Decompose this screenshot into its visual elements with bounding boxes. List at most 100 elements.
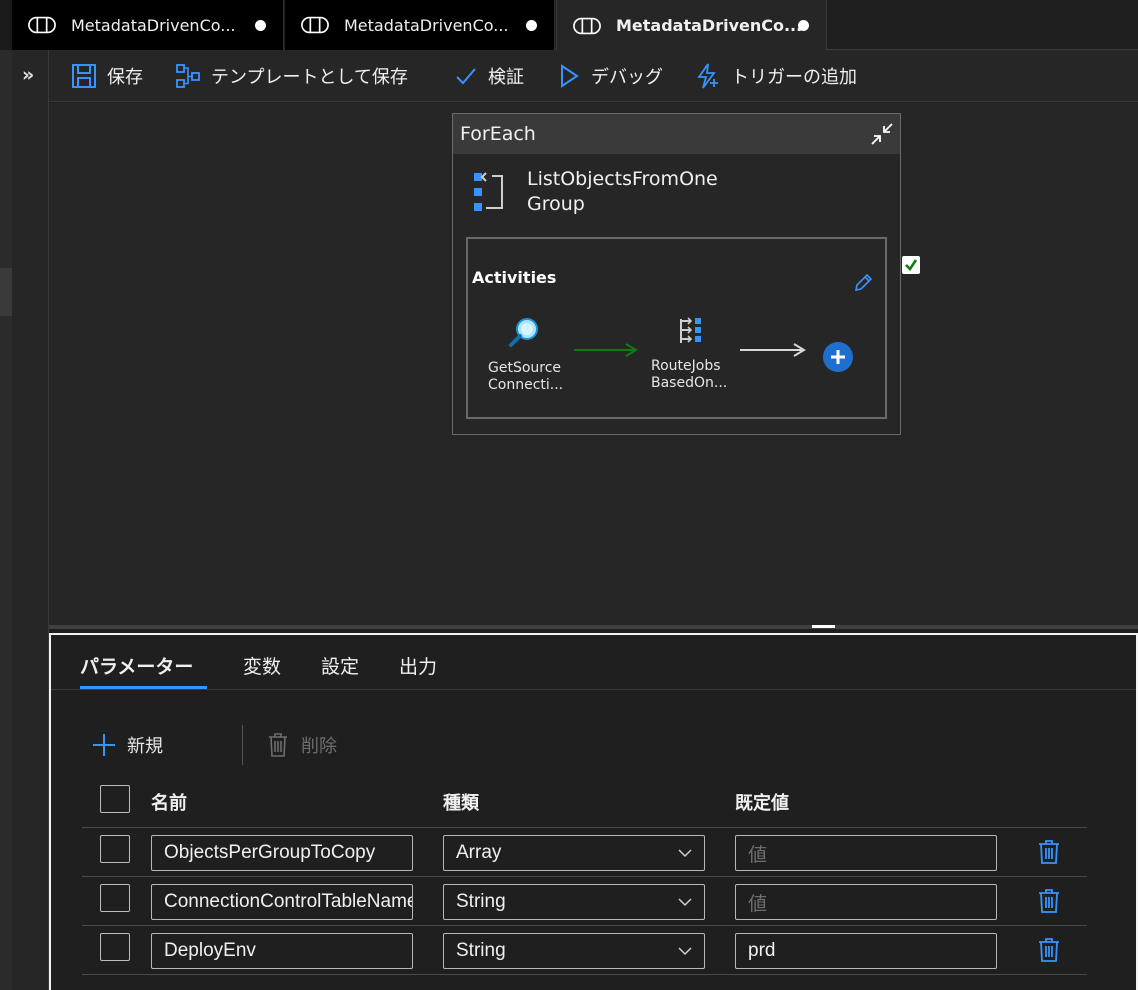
play-icon [561, 64, 579, 88]
properties-panel: パラメーター 変数 設定 出力 新規 削除 名前 種類 既定値 ObjectsP… [49, 633, 1138, 990]
parameter-name-input[interactable]: ObjectsPerGroupToCopy [151, 835, 413, 871]
save-template-label: テンプレートとして保存 [211, 67, 408, 88]
foreach-type-label: ForEach [460, 123, 536, 145]
delete-label: 削除 [301, 736, 337, 757]
success-checkbox-icon [902, 256, 920, 274]
select-all-checkbox[interactable] [100, 785, 130, 813]
row-checkbox[interactable] [100, 933, 130, 961]
chevron-down-icon [678, 849, 692, 858]
row-checkbox[interactable] [100, 835, 130, 863]
tab-settings[interactable]: 設定 [321, 652, 359, 679]
foreach-name: ListObjectsFromOneGroup [527, 168, 718, 215]
unsaved-indicator [255, 20, 266, 31]
chevron-down-icon [678, 898, 692, 907]
parameter-type-select[interactable]: String [443, 933, 705, 969]
delete-parameter-button[interactable]: 削除 [267, 725, 337, 765]
checkmark-icon [456, 68, 476, 85]
tab-variables[interactable]: 変数 [243, 652, 281, 679]
column-default: 既定値 [735, 793, 789, 814]
parameter-default-input[interactable]: prd [735, 933, 997, 969]
expand-chevron-icon[interactable]: » [22, 64, 34, 86]
unsaved-indicator [798, 20, 809, 31]
foreach-header: ForEach [453, 114, 900, 154]
parameter-actions: 新規 削除 [91, 725, 391, 765]
activity-getsource[interactable]: GetSource Connecti... [488, 315, 563, 394]
parameter-name-input[interactable]: DeployEnv [151, 933, 413, 969]
parameter-type-select[interactable]: String [443, 884, 705, 920]
table-row: ConnectionControlTableName String 値 [82, 877, 1087, 926]
save-icon [72, 64, 96, 88]
trash-icon [269, 733, 287, 757]
tab-label: MetadataDrivenCo... [616, 16, 803, 35]
save-button[interactable]: 保存 [71, 50, 143, 102]
row-delete-trash-icon[interactable] [1038, 937, 1060, 967]
table-row: ObjectsPerGroupToCopy Array 値 [82, 828, 1087, 877]
foreach-activity[interactable]: ForEach ListObjectsFromOneGroup Activiti… [452, 113, 901, 435]
connector-arrow-icon [740, 343, 806, 357]
add-trigger-button[interactable]: トリガーの追加 [695, 50, 857, 102]
success-arrow-icon [574, 343, 638, 357]
panel-splitter[interactable] [49, 625, 1138, 629]
plus-icon [93, 734, 115, 756]
editor-tab-bar: MetadataDrivenCo... MetadataDrivenCo... … [0, 0, 1138, 51]
tab-label: MetadataDrivenCo... [344, 15, 509, 35]
inner-activities-container[interactable]: Activities GetSource Connecti... RouteJo… [466, 237, 887, 419]
tab-pipeline-2[interactable]: MetadataDrivenCo... [285, 0, 555, 50]
select-value: String [456, 891, 506, 912]
active-tab-underline [80, 686, 207, 689]
left-rail [0, 50, 12, 990]
validate-button[interactable]: 検証 [454, 50, 524, 102]
pipeline-icon [573, 16, 601, 36]
activity-line2: Connecti... [488, 377, 564, 393]
factory-resources-collapsed: » [12, 50, 49, 990]
row-delete-trash-icon[interactable] [1038, 839, 1060, 869]
table-row: DeployEnv String prd [82, 926, 1087, 975]
select-value: String [456, 940, 506, 961]
parameter-name-input[interactable]: ConnectionControlTableName [151, 884, 413, 920]
parameter-default-input[interactable]: 値 [735, 835, 997, 871]
template-icon [176, 64, 200, 88]
pencil-icon[interactable] [853, 273, 873, 297]
pipeline-toolbar: 保存 テンプレートとして保存 検証 デバッグ トリガーの追加 [49, 50, 1138, 102]
save-as-template-button[interactable]: テンプレートとして保存 [175, 50, 408, 102]
activity-line1: GetSource [488, 360, 562, 376]
activity-line2: BasedOn... [651, 375, 728, 391]
tab-label: MetadataDrivenCo... [71, 15, 236, 35]
placeholder-text: 値 [748, 844, 768, 866]
add-activity-plus-icon[interactable] [822, 341, 854, 377]
actions-divider [242, 725, 243, 765]
activity-line1: RouteJobs [651, 358, 721, 374]
parameter-type-select[interactable]: Array [443, 835, 705, 871]
chevron-down-icon [678, 947, 692, 956]
validate-label: 検証 [488, 67, 524, 88]
switch-icon [679, 317, 727, 352]
unsaved-indicator [526, 20, 537, 31]
tab-parameters[interactable]: パラメーター [80, 652, 193, 679]
activity-routejobs[interactable]: RouteJobs BasedOn... [651, 317, 727, 392]
tab-pipeline-1[interactable]: MetadataDrivenCo... [12, 0, 284, 50]
column-name: 名前 [151, 793, 187, 814]
tab-output[interactable]: 出力 [399, 652, 437, 679]
pipeline-icon [301, 15, 329, 35]
row-delete-trash-icon[interactable] [1038, 888, 1060, 918]
pipeline-icon [28, 15, 56, 35]
add-trigger-label: トリガーの追加 [731, 67, 857, 88]
splitter-grip[interactable] [812, 625, 835, 628]
collapse-icon[interactable] [869, 121, 895, 151]
select-value: Array [456, 842, 502, 863]
debug-label: デバッグ [591, 67, 663, 88]
placeholder-text: 値 [748, 893, 768, 915]
table-header-row: 名前 種類 既定値 [82, 773, 1087, 828]
new-label: 新規 [127, 736, 163, 757]
tab-pipeline-3-active[interactable]: MetadataDrivenCo... [556, 0, 827, 51]
foreach-icon [472, 170, 506, 218]
parameter-default-input[interactable]: 値 [735, 884, 997, 920]
lightning-icon [697, 63, 718, 89]
row-checkbox[interactable] [100, 884, 130, 912]
new-parameter-button[interactable]: 新規 [91, 725, 163, 765]
column-type: 種類 [443, 793, 479, 814]
rail-marker [0, 268, 12, 316]
tab-bar-spacer [0, 0, 12, 50]
lookup-icon [508, 315, 563, 354]
debug-button[interactable]: デバッグ [557, 50, 663, 102]
